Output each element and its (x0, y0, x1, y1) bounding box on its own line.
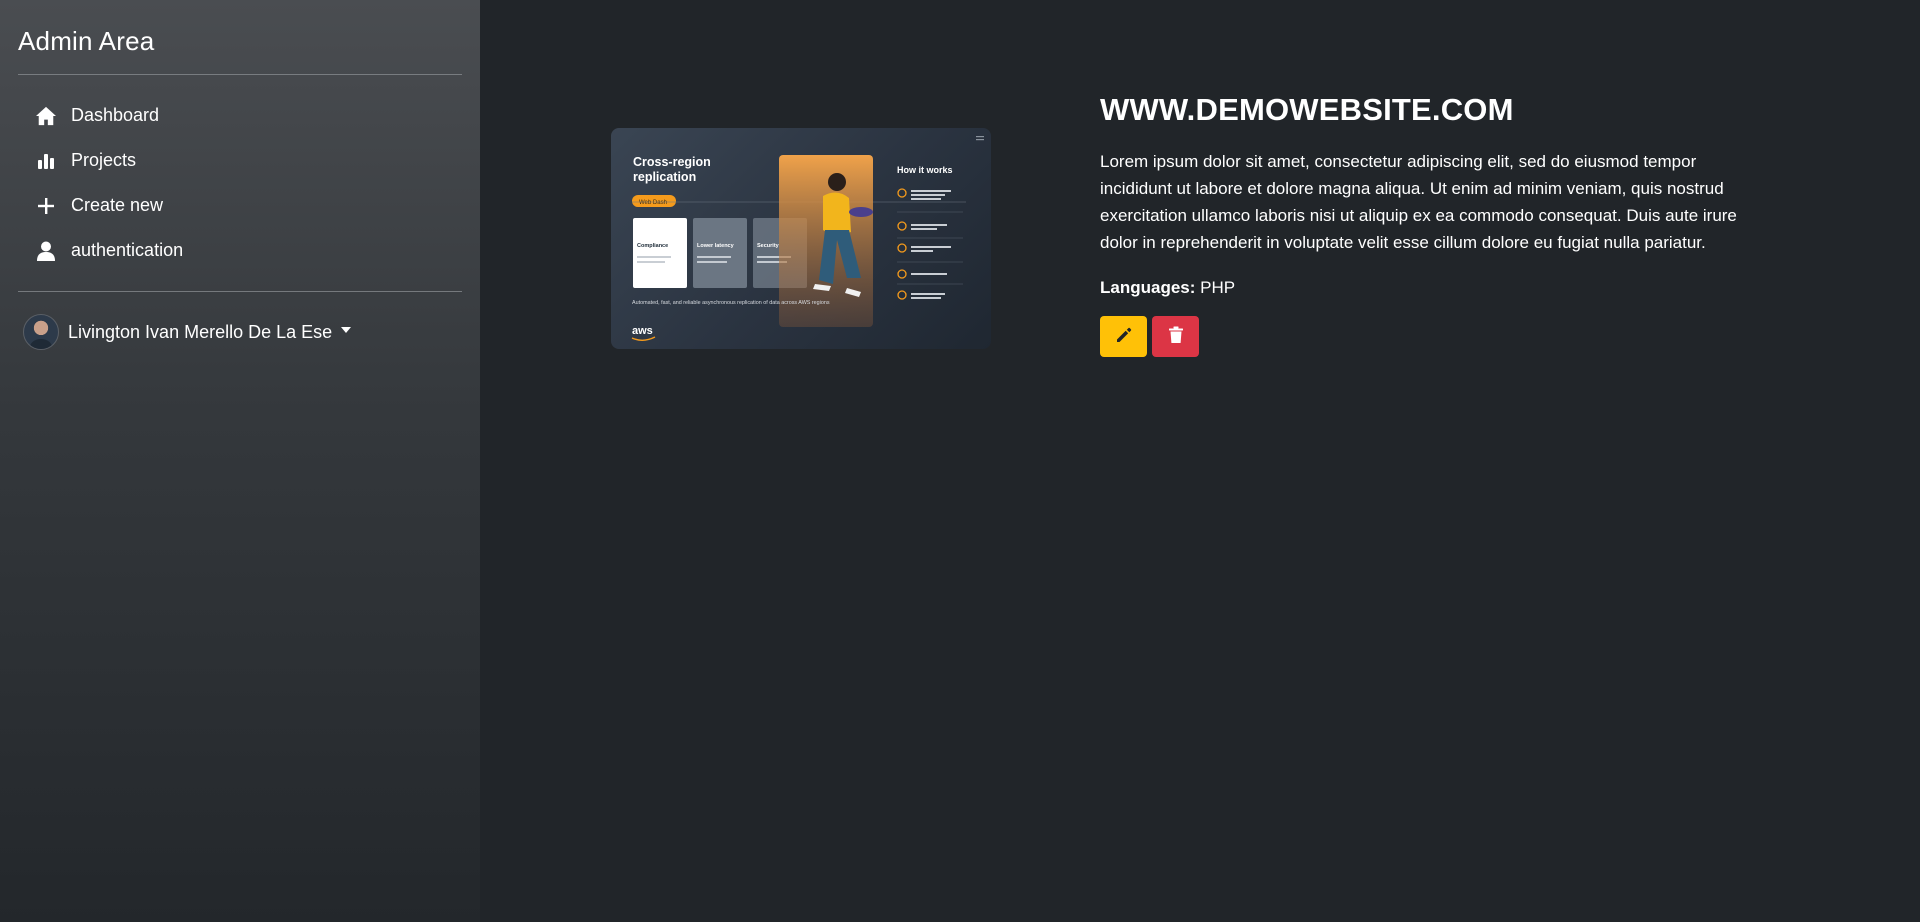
user-name: Livington Ivan Merello De La Ese (68, 321, 333, 342)
image-card-label: Lower latency (697, 243, 735, 249)
image-card-label: Security (757, 243, 780, 249)
user-menu[interactable]: Livington Ivan Merello De La Ese (18, 292, 462, 350)
sidebar-item-label: authentication (71, 240, 184, 260)
main-content: Cross-region replication Web Dash Compli… (480, 0, 1920, 922)
project-title: WWW.DEMOWEBSITE.COM (1100, 92, 1514, 127)
sidebar-divider-bottom (18, 291, 462, 292)
delete-button[interactable] (1152, 316, 1199, 357)
project-languages: Languages: PHP (1100, 276, 1770, 300)
image-card-latency (693, 218, 747, 288)
sidebar-nav: Dashboard Projects Create new authentica… (18, 75, 462, 291)
sidebar: Admin Area Dashboard Projects Create new (0, 0, 480, 922)
home-icon (34, 105, 58, 127)
project-description: Lorem ipsum dolor sit amet, consectetur … (1100, 152, 1737, 252)
sidebar-divider-top (18, 74, 462, 75)
project-image: Cross-region replication Web Dash Compli… (611, 128, 991, 349)
bar-chart-icon (34, 150, 58, 172)
image-how-heading: How it works (897, 165, 953, 175)
sidebar-item-label: Create new (71, 195, 164, 215)
aws-logo: aws (632, 325, 653, 337)
project-details: WWW.DEMOWEBSITE.COM Lorem ipsum dolor si… (1100, 90, 1770, 357)
brand-title: Admin Area (18, 26, 155, 56)
image-pill-text: Web Dash (639, 200, 667, 206)
avatar (23, 314, 59, 350)
image-card-label: Compliance (637, 243, 668, 249)
image-card-compliance (633, 218, 687, 288)
sidebar-item-label: Dashboard (71, 105, 160, 125)
image-heading-line-2: replication (633, 170, 696, 184)
languages-label: Languages: (1100, 278, 1196, 297)
sidebar-item-authentication[interactable]: authentication (18, 228, 462, 273)
image-footer-text: Automated, fast, and reliable asynchrono… (632, 300, 830, 306)
languages-value: PHP (1200, 278, 1236, 297)
chevron-down-icon (341, 327, 352, 333)
sidebar-item-dashboard[interactable]: Dashboard (18, 93, 462, 138)
sidebar-item-projects[interactable]: Projects (18, 138, 462, 183)
project-actions (1100, 316, 1770, 357)
trash-icon (1168, 326, 1184, 347)
image-heading-line-1: Cross-region (633, 155, 711, 169)
plus-icon (34, 195, 58, 217)
edit-button[interactable] (1100, 316, 1147, 357)
sidebar-item-create-new[interactable]: Create new (18, 183, 462, 228)
sidebar-item-label: Projects (71, 150, 137, 170)
pencil-icon (1115, 326, 1133, 347)
app-layout: Admin Area Dashboard Projects Create new (0, 0, 1920, 922)
user-icon (34, 240, 58, 262)
